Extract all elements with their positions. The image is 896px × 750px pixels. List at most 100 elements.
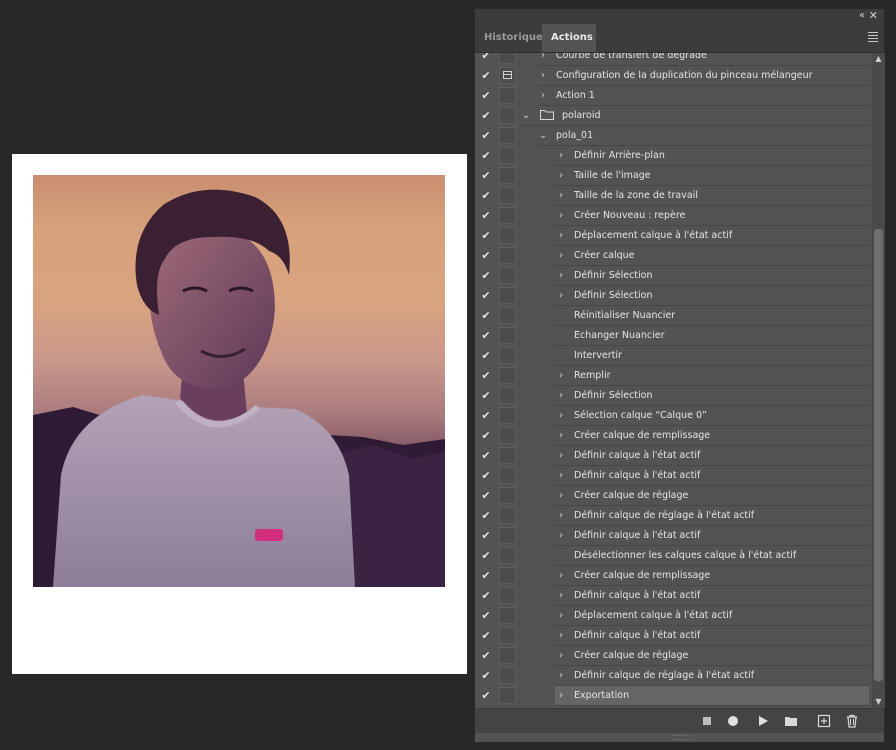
action-item[interactable]: › Définir calque de réglage à l'état acti… xyxy=(555,506,869,526)
action-item[interactable]: › Définir calque à l'état actif xyxy=(555,586,869,606)
action-row[interactable]: ✔ › Action 1 xyxy=(475,86,872,106)
action-item[interactable]: › Définir calque à l'état actif xyxy=(555,526,869,546)
expand-chevron-icon[interactable]: › xyxy=(537,86,549,105)
dialog-toggle[interactable] xyxy=(499,627,516,644)
action-item[interactable]: › Sélection calque “Calque 0” xyxy=(555,406,869,426)
expand-chevron-icon[interactable]: › xyxy=(555,446,567,465)
action-row[interactable]: ✔ › Remplir xyxy=(475,366,872,386)
toggle-checkmark-icon[interactable]: ✔ xyxy=(475,446,497,465)
expand-chevron-icon[interactable]: › xyxy=(555,686,567,705)
action-row[interactable]: ✔ › Définir Sélection xyxy=(475,286,872,306)
toggle-checkmark-icon[interactable]: ✔ xyxy=(475,466,497,485)
dialog-toggle[interactable] xyxy=(499,287,516,304)
action-item[interactable]: › Définir calque de réglage à l'état acti… xyxy=(555,666,869,686)
action-row[interactable]: ✔ › Taille de l'image xyxy=(475,166,872,186)
action-row[interactable]: ✔ › Sélection calque “Calque 0” xyxy=(475,406,872,426)
toggle-checkmark-icon[interactable]: ✔ xyxy=(475,346,497,365)
trash-icon[interactable] xyxy=(845,714,859,728)
expand-chevron-icon[interactable]: › xyxy=(555,266,567,285)
toggle-checkmark-icon[interactable]: ✔ xyxy=(475,86,497,105)
toggle-checkmark-icon[interactable]: ✔ xyxy=(475,506,497,525)
dialog-toggle[interactable] xyxy=(499,607,516,624)
expand-chevron-icon[interactable]: › xyxy=(555,226,567,245)
toggle-checkmark-icon[interactable]: ✔ xyxy=(475,386,497,405)
expand-chevron-icon[interactable]: › xyxy=(555,366,567,385)
action-row[interactable]: ✔ › Définir calque à l'état actif xyxy=(475,626,872,646)
action-row[interactable]: ✔ › Créer calque xyxy=(475,246,872,266)
action-row[interactable]: ✔ › Créer Nouveau : repère xyxy=(475,206,872,226)
toggle-checkmark-icon[interactable]: ✔ xyxy=(475,686,497,705)
expand-chevron-icon[interactable]: › xyxy=(555,466,567,485)
expand-chevron-icon[interactable]: › xyxy=(555,666,567,685)
stop-icon[interactable] xyxy=(700,714,714,728)
expand-chevron-icon[interactable]: › xyxy=(555,646,567,665)
expand-chevron-icon[interactable]: › xyxy=(555,246,567,265)
dialog-toggle[interactable] xyxy=(499,247,516,264)
toggle-checkmark-icon[interactable]: ✔ xyxy=(475,486,497,505)
action-item[interactable]: Réinitialiser Nuancier xyxy=(555,306,869,326)
action-row[interactable]: ✔ Echanger Nuancier xyxy=(475,326,872,346)
action-item[interactable]: › Définir Sélection xyxy=(555,386,869,406)
action-item[interactable]: ⌄ pola_01 xyxy=(537,126,869,146)
collapse-chevron-icon[interactable]: ⌄ xyxy=(520,106,532,125)
toggle-checkmark-icon[interactable]: ✔ xyxy=(475,526,497,545)
action-item[interactable]: Echanger Nuancier xyxy=(555,326,869,346)
expand-chevron-icon[interactable]: › xyxy=(555,146,567,165)
expand-chevron-icon[interactable]: › xyxy=(555,586,567,605)
action-item[interactable]: Désélectionner les calques calque à l'ét… xyxy=(555,546,869,566)
action-item[interactable]: ⌄ polaroid xyxy=(520,106,869,126)
toggle-checkmark-icon[interactable]: ✔ xyxy=(475,146,497,165)
toggle-checkmark-icon[interactable]: ✔ xyxy=(475,306,497,325)
action-item[interactable]: › Créer calque de remplissage xyxy=(555,426,869,446)
action-item[interactable]: › Taille de l'image xyxy=(555,166,869,186)
collapse-panel-icon[interactable]: ‹‹ xyxy=(859,10,865,21)
collapse-chevron-icon[interactable]: ⌄ xyxy=(537,126,549,145)
dialog-toggle[interactable] xyxy=(499,587,516,604)
action-row[interactable]: ✔ Réinitialiser Nuancier xyxy=(475,306,872,326)
action-item[interactable]: › Remplir xyxy=(555,366,869,386)
action-row[interactable]: ✔ ⌄ pola_01 xyxy=(475,126,872,146)
scroll-down-icon[interactable]: ▼ xyxy=(872,696,885,708)
dialog-toggle[interactable] xyxy=(499,667,516,684)
dialog-toggle[interactable] xyxy=(499,507,516,524)
action-row[interactable]: ✔ › Taille de la zone de travail xyxy=(475,186,872,206)
action-item[interactable]: › Créer calque de réglage xyxy=(555,486,869,506)
expand-chevron-icon[interactable]: › xyxy=(555,166,567,185)
expand-chevron-icon[interactable]: › xyxy=(555,386,567,405)
expand-chevron-icon[interactable]: › xyxy=(555,526,567,545)
expand-chevron-icon[interactable]: › xyxy=(555,566,567,585)
scrollbar-thumb[interactable] xyxy=(874,229,883,681)
action-row[interactable]: ✔ › Configuration de la duplication du pin… xyxy=(475,66,872,86)
dialog-toggle[interactable] xyxy=(499,467,516,484)
toggle-checkmark-icon[interactable]: ✔ xyxy=(475,566,497,585)
action-row[interactable]: ✔ › Déplacement calque à l'état actif xyxy=(475,226,872,246)
action-row[interactable]: ✔ Désélectionner les calques calque à l'é… xyxy=(475,546,872,566)
expand-chevron-icon[interactable]: › xyxy=(555,206,567,225)
expand-chevron-icon[interactable]: › xyxy=(555,426,567,445)
new-action-icon[interactable] xyxy=(817,714,831,728)
toggle-checkmark-icon[interactable]: ✔ xyxy=(475,106,497,125)
action-row[interactable]: ✔ › Définir calque à l'état actif xyxy=(475,466,872,486)
action-row[interactable]: ✔ › Définir calque à l'état actif xyxy=(475,526,872,546)
toggle-checkmark-icon[interactable]: ✔ xyxy=(475,606,497,625)
dialog-toggle[interactable] xyxy=(499,307,516,324)
action-item[interactable]: › Créer Nouveau : repère xyxy=(555,206,869,226)
expand-chevron-icon[interactable]: › xyxy=(555,186,567,205)
toggle-checkmark-icon[interactable]: ✔ xyxy=(475,646,497,665)
expand-chevron-icon[interactable]: › xyxy=(555,606,567,625)
expand-chevron-icon[interactable]: › xyxy=(537,66,549,85)
action-item[interactable]: › Définir Sélection xyxy=(555,266,869,286)
action-row[interactable]: ✔ › Exportation xyxy=(475,686,872,706)
dialog-toggle[interactable] xyxy=(499,547,516,564)
action-row[interactable]: ✔ › Définir calque à l'état actif xyxy=(475,586,872,606)
dialog-toggle[interactable] xyxy=(499,167,516,184)
action-set-row[interactable]: ✔ ⌄ polaroid xyxy=(475,106,872,126)
dialog-toggle[interactable] xyxy=(499,367,516,384)
dialog-toggle[interactable] xyxy=(499,567,516,584)
expand-chevron-icon[interactable]: › xyxy=(555,486,567,505)
dialog-toggle[interactable] xyxy=(499,407,516,424)
toggle-checkmark-icon[interactable]: ✔ xyxy=(475,326,497,345)
toggle-checkmark-icon[interactable]: ✔ xyxy=(475,206,497,225)
toggle-checkmark-icon[interactable]: ✔ xyxy=(475,66,497,85)
action-row[interactable]: ✔ › Définir calque de réglage à l'état act… xyxy=(475,666,872,686)
